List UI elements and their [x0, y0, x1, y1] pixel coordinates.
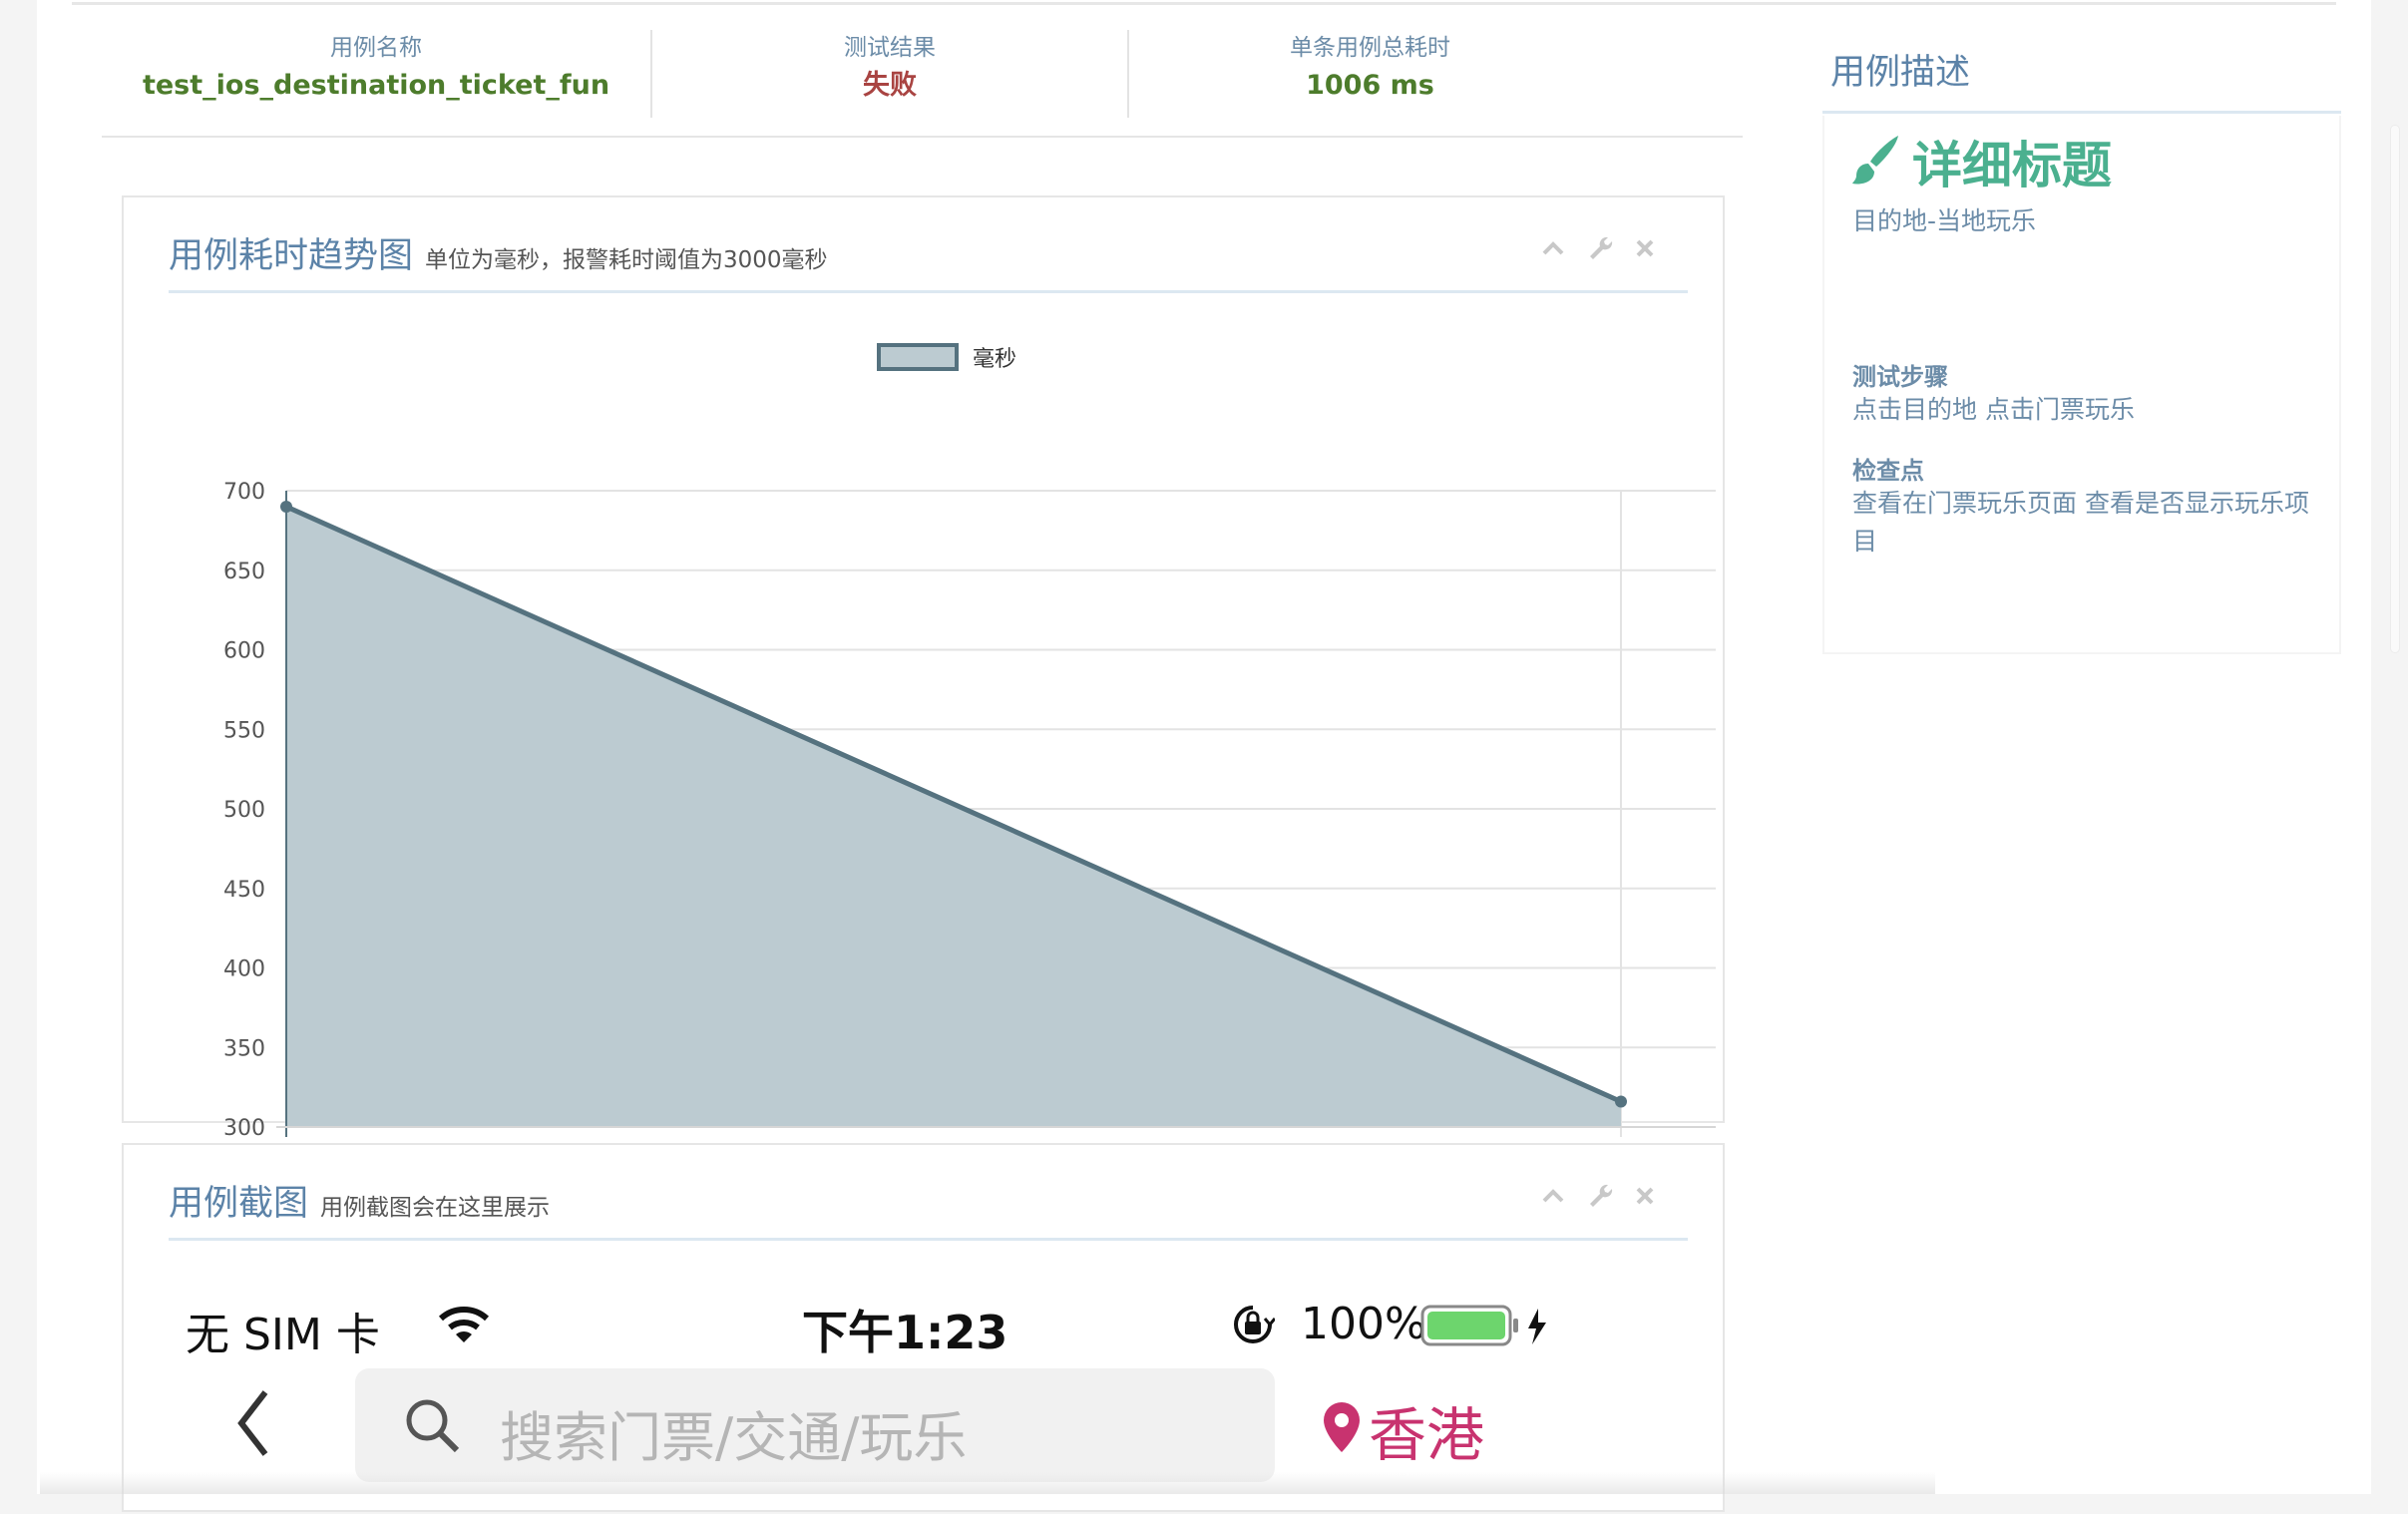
screenshot-widget: 用例截图用例截图会在这里展示 无 SIM 卡 下午1:2 — [122, 1143, 1725, 1512]
screenshot-widget-title: 用例截图用例截图会在这里展示 — [169, 1175, 550, 1226]
duration-value: 1006 ms — [1129, 66, 1611, 106]
detail-subtitle: 目的地-当地玩乐 — [1852, 201, 2036, 237]
y-tick-label: 300 — [223, 1116, 265, 1141]
screenshot-title-text: 用例截图 — [169, 1184, 308, 1224]
y-tick-label: 350 — [223, 1036, 265, 1061]
result-label: 测试结果 — [652, 30, 1127, 66]
case-name-stat: 用例名称 test_ios_destination_ticket_fun — [102, 30, 650, 118]
trend-chart: 700650600550500450400350300点击门票玩乐点击目的地 — [124, 297, 1723, 1275]
wrench-icon[interactable] — [1586, 233, 1616, 263]
search-input[interactable]: 搜索门票/交通/玩乐 — [355, 1368, 1275, 1482]
detail-title-text: 详细标题 — [1912, 137, 2112, 194]
top-divider — [72, 2, 2336, 5]
checkpoint-text: 查看在门票玩乐页面 查看是否显示玩乐项目 — [1852, 485, 2321, 561]
y-tick-label: 450 — [223, 878, 265, 903]
steps-label: 测试步骤 — [1852, 357, 1948, 392]
page: 用例名称 test_ios_destination_ticket_fun 测试结… — [37, 0, 2371, 1494]
steps-text: 点击目的地 点击门票玩乐 — [1852, 391, 2321, 429]
data-point — [1615, 1095, 1627, 1107]
result-value: 失败 — [652, 66, 1127, 106]
y-tick-label: 500 — [223, 798, 265, 823]
collapse-icon[interactable] — [1538, 233, 1568, 263]
trend-widget-tools — [1538, 233, 1668, 263]
y-tick-label: 550 — [223, 718, 265, 743]
close-icon[interactable] — [1630, 233, 1660, 263]
collapse-icon[interactable] — [1538, 1181, 1568, 1211]
battery-percent: 100% — [1301, 1299, 1426, 1349]
detail-title: 详细标题 — [1850, 126, 2112, 197]
trend-title-text: 用例耗时趋势图 — [169, 236, 413, 276]
back-icon[interactable] — [233, 1388, 273, 1458]
bottom-shadow — [40, 1472, 1935, 1494]
duration-label: 单条用例总耗时 — [1129, 30, 1611, 66]
case-description-panel: 用例描述 详细标题 目的地-当地玩乐 测试步骤 点击目的地 点击门票玩乐 检查点… — [1822, 30, 2341, 654]
screenshot-widget-header: 用例截图用例截图会在这里展示 — [169, 1145, 1688, 1241]
search-icon — [403, 1396, 463, 1456]
wifi-icon — [437, 1305, 491, 1344]
y-tick-label: 650 — [223, 560, 265, 584]
scrollbar[interactable] — [2390, 125, 2400, 653]
duration-stat: 单条用例总耗时 1006 ms — [1127, 30, 1611, 118]
screenshot-widget-subtitle: 用例截图会在这里展示 — [320, 1195, 550, 1221]
description-title: 用例描述 — [1830, 44, 1970, 95]
case-name-value: test_ios_destination_ticket_fun — [102, 66, 650, 106]
trend-widget-title: 用例耗时趋势图单位为毫秒，报警耗时阈值为3000毫秒 — [169, 227, 828, 278]
brush-icon — [1850, 134, 1902, 188]
battery-icon — [1420, 1305, 1556, 1348]
description-header: 用例描述 — [1822, 30, 2341, 114]
y-tick-label: 700 — [223, 480, 265, 505]
case-summary: 用例名称 test_ios_destination_ticket_fun 测试结… — [102, 30, 1743, 138]
y-tick-label: 400 — [223, 957, 265, 982]
location-label[interactable]: 香港 — [1369, 1388, 1484, 1472]
search-placeholder: 搜索门票/交通/玩乐 — [500, 1393, 967, 1472]
trend-widget-header: 用例耗时趋势图单位为毫秒，报警耗时阈值为3000毫秒 — [169, 197, 1688, 293]
y-tick-label: 600 — [223, 639, 265, 664]
close-icon[interactable] — [1630, 1181, 1660, 1211]
carrier-label: 无 SIM 卡 — [186, 1299, 380, 1362]
checkpoint-label: 检查点 — [1852, 451, 1924, 486]
orientation-lock-icon — [1231, 1303, 1275, 1346]
wrench-icon[interactable] — [1586, 1181, 1616, 1211]
location-pin-icon[interactable] — [1321, 1400, 1363, 1454]
case-name-label: 用例名称 — [102, 30, 650, 66]
screenshot-widget-tools — [1538, 1181, 1668, 1211]
series-area — [286, 507, 1621, 1127]
trend-widget-subtitle: 单位为毫秒，报警耗时阈值为3000毫秒 — [425, 247, 828, 273]
trend-widget: 用例耗时趋势图单位为毫秒，报警耗时阈值为3000毫秒 毫秒 7006506005… — [122, 195, 1725, 1123]
result-stat: 测试结果 失败 — [650, 30, 1127, 118]
status-time: 下午1:23 — [802, 1297, 1007, 1362]
